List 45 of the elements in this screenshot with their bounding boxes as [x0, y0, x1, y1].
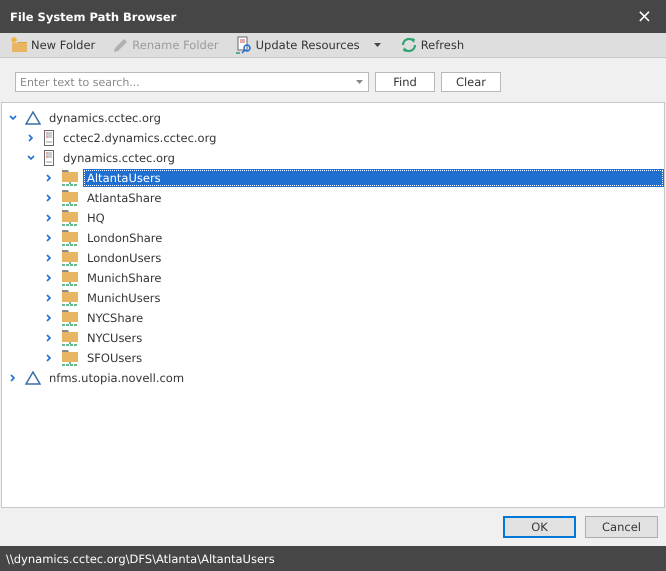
search-field[interactable]: Enter text to search...	[15, 72, 369, 92]
tree-item[interactable]: cctec2.dynamics.cctec.org	[59, 129, 220, 147]
shared-folder-icon	[61, 209, 79, 227]
shared-folder-icon	[61, 329, 79, 347]
close-button[interactable]: ×	[632, 6, 656, 27]
window-title: File System Path Browser	[10, 10, 176, 24]
tree-item[interactable]: dynamics.cctec.org	[45, 109, 165, 127]
server-search-icon	[234, 36, 253, 54]
server-icon	[43, 150, 55, 166]
dialog-button[interactable]: Cancel	[585, 516, 658, 538]
shared-folder-icon	[61, 169, 79, 187]
shared-folder-icon	[61, 289, 79, 307]
toolbar-button[interactable]: Refresh	[396, 36, 468, 54]
tree-item[interactable]: LondonShare	[83, 229, 166, 247]
tree-item[interactable]: AltantaUsers	[83, 169, 664, 187]
shared-folder-icon	[61, 189, 79, 207]
new-folder-icon	[10, 37, 28, 53]
tree-item[interactable]: LondonUsers	[83, 249, 166, 267]
triangle-icon	[25, 371, 41, 385]
tree-item[interactable]: NYCShare	[83, 309, 148, 327]
pencil-icon	[111, 37, 130, 53]
triangle-icon	[25, 111, 41, 125]
tree-item[interactable]: AtlantaShare	[83, 189, 166, 207]
tree-item[interactable]: MunichShare	[83, 269, 166, 287]
shared-folder-icon	[61, 269, 79, 287]
toolbar-button[interactable]: New Folder	[6, 37, 100, 53]
dropdown-caret-icon[interactable]	[374, 42, 382, 48]
find-button[interactable]: Find	[375, 72, 435, 92]
refresh-icon	[400, 36, 418, 54]
shared-folder-icon	[61, 309, 79, 327]
shared-folder-icon	[61, 249, 79, 267]
tree-item[interactable]: NYCUsers	[83, 329, 146, 347]
shared-folder-icon	[61, 229, 79, 247]
status-path: \\dynamics.cctec.org\DFS\Atlanta\AltantaUsers	[6, 552, 275, 566]
tree-item[interactable]: SFOUsers	[83, 349, 146, 367]
tree-item[interactable]: HQ	[83, 209, 109, 227]
tree-item[interactable]: nfms.utopia.novell.com	[45, 369, 188, 387]
shared-folder-icon	[61, 349, 79, 367]
tree-item[interactable]: dynamics.cctec.org	[59, 149, 179, 167]
dialog-button[interactable]: OK	[503, 516, 576, 538]
dropdown-caret-icon[interactable]	[356, 80, 363, 84]
tree-item[interactable]: MunichUsers	[83, 289, 165, 307]
clear-button[interactable]: Clear	[441, 72, 501, 92]
toolbar-button[interactable]: Update Resources	[230, 36, 364, 54]
server-icon	[43, 130, 55, 146]
